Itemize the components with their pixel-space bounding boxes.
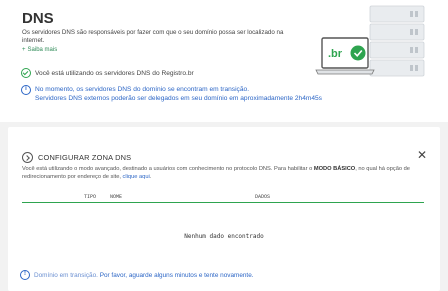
empty-table-message: Nenhum dado encontrado <box>184 233 264 240</box>
info-icon: ! <box>20 270 30 280</box>
modal-transition-notice: ! Domínio em transição. Por favor, aguar… <box>20 270 254 280</box>
modal-description: Você está utilizando o modo avançado, de… <box>22 165 432 181</box>
learn-more-link[interactable]: + Saiba mais <box>22 47 57 53</box>
table-header: TIPO NOME DADOS <box>22 193 424 203</box>
status-text: Você está utilizando os servidores DNS d… <box>35 69 194 77</box>
basic-mode-label: MODO BÁSICO <box>313 166 356 172</box>
modal-title: CONFIGURAR ZONA DNS <box>38 153 132 162</box>
dns-zone-modal: CONFIGURAR ZONA DNS ✕ Você está utilizan… <box>8 127 440 291</box>
page-title: DNS <box>22 10 54 27</box>
learn-more-label: Saiba mais <box>27 47 58 53</box>
modal-header: CONFIGURAR ZONA DNS <box>22 152 131 163</box>
transition-notice: i No momento, os servidores DNS do domín… <box>21 85 322 103</box>
transition-line-2: Servidores DNS externos poderão ser dele… <box>35 95 322 102</box>
column-header-tipo: TIPO <box>84 194 97 200</box>
info-icon: i <box>21 85 31 95</box>
click-here-link[interactable]: clique aqui <box>123 174 150 180</box>
dns-description: Os servidores DNS são responsáveis por f… <box>22 29 284 45</box>
chevron-right-icon[interactable] <box>22 152 33 163</box>
transition-label: Domínio em transição. <box>34 271 98 279</box>
dns-section: DNS Os servidores DNS são responsáveis p… <box>0 0 448 122</box>
dns-server-illustration: .br <box>315 5 425 77</box>
plus-icon: + <box>22 47 26 53</box>
column-header-nome: NOME <box>110 194 123 200</box>
transition-line-1: No momento, os servidores DNS do domínio… <box>35 86 250 93</box>
desc-end: . <box>149 174 152 180</box>
transition-instruction: Por favor, aguarde alguns minutos e tent… <box>97 271 254 279</box>
dns-status: Você está utilizando os servidores DNS d… <box>21 68 194 78</box>
column-header-dados: DADOS <box>255 194 271 200</box>
desc-text-1: Você está utilizando o modo avançado, de… <box>22 166 314 172</box>
check-circle-icon <box>21 68 31 78</box>
close-icon[interactable]: ✕ <box>417 149 427 161</box>
br-label: .br <box>328 48 343 60</box>
